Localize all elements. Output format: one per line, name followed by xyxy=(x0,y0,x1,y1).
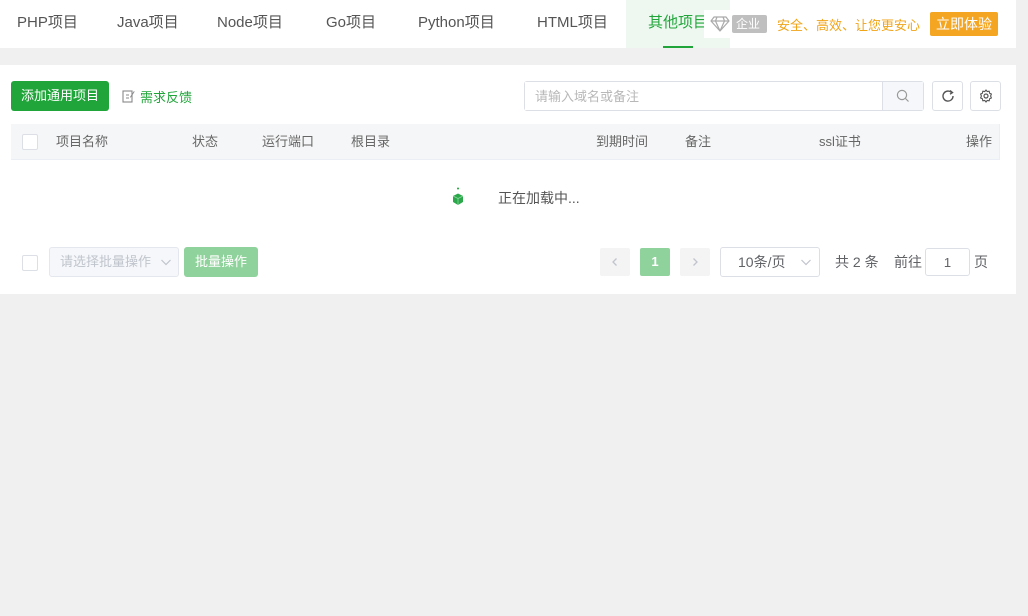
goto-label: 前往 xyxy=(894,254,922,270)
column-remark[interactable]: 备注 xyxy=(685,124,711,159)
batch-action-placeholder: 请选择批量操作 xyxy=(60,254,152,269)
tab-go[interactable]: Go项目 xyxy=(326,0,376,48)
search-button[interactable] xyxy=(882,82,923,110)
footer-select-checkbox[interactable] xyxy=(22,255,38,271)
column-project-name[interactable]: 项目名称 xyxy=(56,124,108,159)
promo-text: 安全、高效、让您更安心 xyxy=(776,17,920,33)
loading-indicator: 正在加载中... xyxy=(450,180,580,216)
tab-python[interactable]: Python项目 xyxy=(418,0,495,48)
select-all-checkbox[interactable] xyxy=(22,134,38,150)
chevron-right-icon xyxy=(693,258,698,266)
search-box xyxy=(524,81,924,111)
feedback-label: 需求反馈 xyxy=(140,89,193,105)
goto-page-input[interactable] xyxy=(925,248,970,276)
enterprise-badge: 企业版 xyxy=(732,15,767,49)
search-icon xyxy=(896,89,909,102)
refresh-icon xyxy=(941,89,954,102)
batch-action-button[interactable]: 批量操作 xyxy=(184,247,258,277)
loading-spinner-icon xyxy=(452,187,464,205)
enterprise-promo: 企业版 安全、高效、让您更安心 立即体验 xyxy=(704,10,998,49)
chevron-down-icon xyxy=(161,259,171,266)
refresh-button[interactable] xyxy=(932,81,963,111)
column-actions: 操作 xyxy=(966,134,993,149)
page-size-value: 10条/页 xyxy=(738,254,786,270)
chevron-down-icon xyxy=(801,259,811,266)
batch-action-select[interactable]: 请选择批量操作 xyxy=(49,247,179,277)
diamond-icon xyxy=(710,13,730,35)
column-status[interactable]: 状态 xyxy=(192,124,218,159)
chevron-left-icon xyxy=(612,258,617,266)
tab-html[interactable]: HTML项目 xyxy=(537,0,608,48)
page-suffix: 页 xyxy=(974,254,988,270)
prev-page-button[interactable] xyxy=(600,248,630,276)
add-project-button[interactable]: 添加通用项目 xyxy=(11,81,109,111)
project-panel: 添加通用项目 需求反馈 项目名称 状态 运行端口 根目录 到期时间 备注 ssl… xyxy=(0,65,1016,294)
try-now-button[interactable]: 立即体验 xyxy=(930,12,998,36)
tab-java[interactable]: Java项目 xyxy=(117,0,179,48)
column-ssl[interactable]: ssl证书 xyxy=(819,124,861,159)
active-tab-indicator xyxy=(663,46,693,48)
page-size-select[interactable]: 10条/页 xyxy=(720,247,820,277)
settings-button[interactable] xyxy=(970,81,1001,111)
tab-php[interactable]: PHP项目 xyxy=(17,0,78,48)
tab-other-label: 其他项目 xyxy=(648,14,709,31)
loading-text: 正在加载中... xyxy=(498,190,580,206)
edit-icon xyxy=(122,90,135,103)
table-header: 项目名称 状态 运行端口 根目录 到期时间 备注 ssl证书 操作 xyxy=(11,124,1000,160)
column-expire-time[interactable]: 到期时间 xyxy=(596,124,648,159)
project-type-tabs: PHP项目 Java项目 Node项目 Go项目 Python项目 HTML项目… xyxy=(0,0,1016,49)
gear-icon xyxy=(979,89,992,103)
total-count: 共 2 条 xyxy=(835,254,879,270)
page-number-current[interactable]: 1 xyxy=(640,248,670,276)
column-root-dir[interactable]: 根目录 xyxy=(351,124,390,159)
feedback-link[interactable]: 需求反馈 xyxy=(122,87,192,105)
search-input[interactable] xyxy=(525,82,882,110)
column-port[interactable]: 运行端口 xyxy=(262,124,314,159)
tab-node[interactable]: Node项目 xyxy=(217,0,283,48)
next-page-button[interactable] xyxy=(680,248,710,276)
